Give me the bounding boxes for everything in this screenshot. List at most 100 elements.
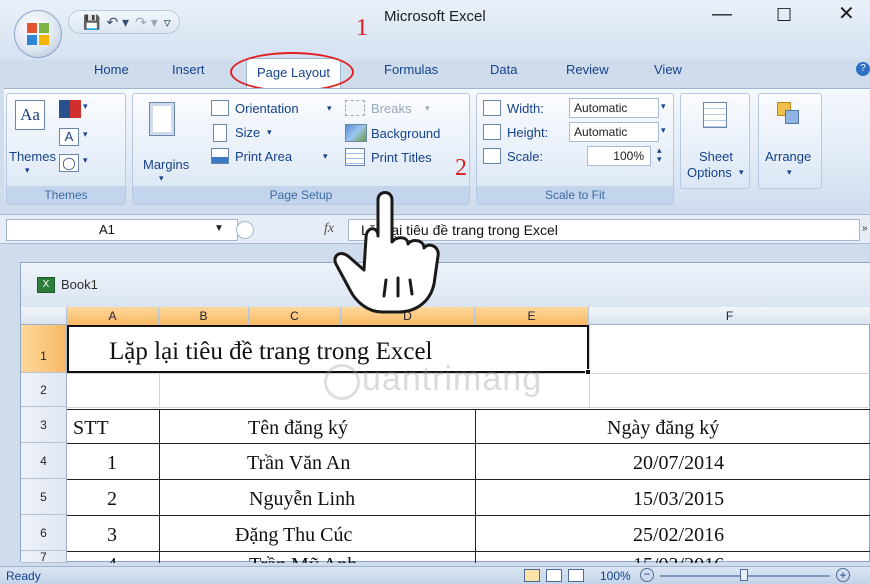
- print-area-button[interactable]: Print Area ▾: [211, 148, 333, 166]
- height-icon: [483, 124, 501, 140]
- row4-date[interactable]: 15/03/2016: [633, 555, 724, 563]
- tab-insert[interactable]: Insert: [172, 62, 205, 77]
- size-button[interactable]: Size ▾: [211, 124, 291, 142]
- scale-spinner[interactable]: 100%: [587, 146, 651, 166]
- height-select[interactable]: Automatic: [569, 122, 659, 142]
- row-header-7[interactable]: 7: [21, 551, 67, 563]
- close-button[interactable]: ✕: [838, 4, 855, 24]
- group-label-scale-to-fit: Scale to Fit: [477, 186, 673, 204]
- group-label-themes: Themes: [7, 186, 125, 204]
- row4-stt[interactable]: 4: [107, 555, 117, 563]
- row3-stt[interactable]: 3: [107, 525, 117, 545]
- sheet-options-button[interactable]: Sheet Options ▾: [680, 93, 750, 189]
- pointing-hand-icon: [333, 191, 440, 314]
- normal-view-icon[interactable]: [524, 569, 540, 582]
- zoom-out-icon[interactable]: −: [640, 568, 654, 582]
- tab-formulas[interactable]: Formulas: [384, 62, 438, 77]
- annotation-step-2: 2: [455, 155, 467, 181]
- row2-stt[interactable]: 2: [107, 489, 117, 509]
- excel-window: 💾 ↶ ▾ ↷ ▾ ▿ 1 Microsoft Excel — ☐ ✕ Home…: [0, 0, 870, 584]
- arrange-icon: [777, 102, 801, 126]
- header-stt[interactable]: STT: [73, 418, 109, 438]
- tab-data[interactable]: Data: [490, 62, 517, 77]
- height-select-arrow-icon[interactable]: ▾: [661, 126, 666, 135]
- theme-colors-icon[interactable]: [59, 100, 81, 118]
- width-select-arrow-icon[interactable]: ▾: [661, 102, 666, 111]
- arrange-button[interactable]: Arrange ▾: [758, 93, 822, 189]
- highlight-oval-page-layout: [230, 52, 354, 92]
- name-box[interactable]: A1: [6, 219, 238, 241]
- row-header-2[interactable]: 2: [21, 373, 67, 407]
- row-header-6[interactable]: 6: [21, 515, 67, 551]
- scale-icon: [483, 148, 501, 164]
- zoom-level[interactable]: 100%: [600, 569, 631, 583]
- zoom-in-icon[interactable]: +: [836, 568, 850, 582]
- row1-stt[interactable]: 1: [107, 453, 117, 473]
- orientation-icon: [211, 100, 229, 116]
- expand-formula-bar-icon[interactable]: »: [862, 223, 868, 234]
- row1-name[interactable]: Trần Văn An: [247, 453, 350, 473]
- tab-view[interactable]: View: [654, 62, 682, 77]
- row-header-5[interactable]: 5: [21, 479, 67, 515]
- themes-icon: Aa: [15, 100, 45, 130]
- margins-button[interactable]: Margins ▾: [137, 100, 189, 183]
- column-header-f[interactable]: F: [589, 307, 870, 325]
- theme-fonts-icon[interactable]: A: [59, 128, 79, 146]
- help-icon[interactable]: ?: [856, 62, 870, 76]
- scale-spinner-arrows-icon[interactable]: ▴ ▾: [657, 146, 662, 164]
- tab-review[interactable]: Review: [566, 62, 609, 77]
- theme-effects-icon[interactable]: ◯: [59, 154, 79, 172]
- watermark: uantrimang: [362, 360, 543, 398]
- header-date[interactable]: Ngày đăng ký: [607, 418, 719, 438]
- background-icon: [345, 124, 367, 142]
- undo-icon[interactable]: ↶ ▾: [106, 15, 129, 29]
- formula-bar-resize-handle[interactable]: [236, 221, 254, 239]
- name-box-dropdown-icon[interactable]: ▼: [214, 223, 224, 234]
- sheet-options-icon: [703, 102, 727, 128]
- row-header-3[interactable]: 3: [21, 407, 67, 443]
- select-all-corner[interactable]: [21, 307, 67, 325]
- watermark-logo-icon: [324, 364, 360, 400]
- breaks-icon: [345, 100, 365, 116]
- row-header-4[interactable]: 4: [21, 443, 67, 479]
- background-button[interactable]: Background: [345, 124, 469, 144]
- minimize-button[interactable]: —: [712, 4, 732, 24]
- row-header-1[interactable]: 1: [21, 325, 67, 373]
- row2-date[interactable]: 15/03/2015: [633, 489, 724, 509]
- print-titles-button[interactable]: Print Titles: [345, 148, 455, 168]
- group-scale-to-fit: Width: Automatic ▾ Height: Automatic ▾ S…: [476, 93, 674, 205]
- office-logo-icon: [27, 23, 49, 45]
- row4-name[interactable]: Trần Mỹ Anh: [249, 555, 357, 563]
- margins-icon: [149, 102, 175, 136]
- status-ready: Ready: [6, 569, 41, 583]
- header-name[interactable]: Tên đăng ký: [248, 418, 348, 438]
- breaks-button: Breaks ▾: [345, 100, 435, 118]
- fill-handle[interactable]: [585, 369, 591, 375]
- office-button[interactable]: [14, 10, 62, 58]
- maximize-button[interactable]: ☐: [776, 6, 792, 24]
- column-header-e[interactable]: E: [475, 307, 589, 325]
- redo-icon[interactable]: ↷ ▾: [135, 15, 158, 29]
- column-header-b[interactable]: B: [159, 307, 249, 325]
- themes-button[interactable]: Aa Themes ▾: [9, 100, 56, 180]
- width-select[interactable]: Automatic: [569, 98, 659, 118]
- orientation-button[interactable]: Orientation ▾: [211, 100, 339, 118]
- quick-access-toolbar: 💾 ↶ ▾ ↷ ▾ ▿: [68, 10, 180, 34]
- row2-name[interactable]: Nguyễn Linh: [249, 489, 355, 509]
- width-icon: [483, 100, 501, 116]
- partial-row-7: 4 Trần Mỹ Anh 15/03/2016: [67, 552, 870, 563]
- column-header-a[interactable]: A: [67, 307, 159, 325]
- row1-date[interactable]: 20/07/2014: [633, 453, 724, 473]
- save-icon[interactable]: 💾: [83, 15, 100, 29]
- row3-date[interactable]: 25/02/2016: [633, 525, 724, 545]
- page-layout-view-icon[interactable]: [546, 569, 562, 582]
- customize-qat-icon[interactable]: ▿: [164, 15, 171, 29]
- tab-home[interactable]: Home: [94, 62, 129, 77]
- title-bar: 💾 ↶ ▾ ↷ ▾ ▿ 1 Microsoft Excel — ☐ ✕: [0, 0, 870, 60]
- zoom-slider-thumb[interactable]: [740, 569, 748, 581]
- page-break-view-icon[interactable]: [568, 569, 584, 582]
- window-title: Microsoft Excel: [384, 8, 486, 25]
- row3-name[interactable]: Đặng Thu Cúc: [235, 525, 352, 545]
- ribbon-tabs: Home Insert Page Layout Formulas Data Re…: [0, 58, 870, 88]
- size-icon: [213, 124, 227, 142]
